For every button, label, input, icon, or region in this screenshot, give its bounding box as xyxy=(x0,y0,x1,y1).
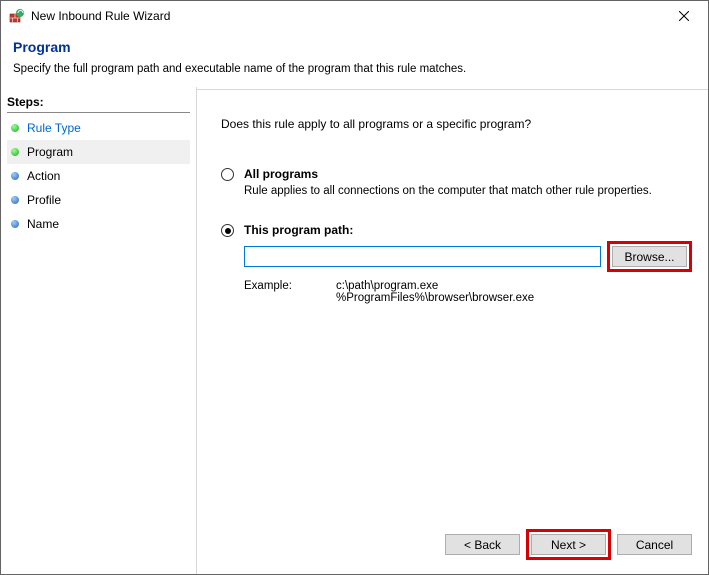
question-text: Does this rule apply to all programs or … xyxy=(221,117,692,131)
radio-all-programs[interactable] xyxy=(221,168,234,181)
page-title: Program xyxy=(13,39,696,55)
radio-program-path-row[interactable]: This program path: xyxy=(221,223,692,237)
step-item-profile[interactable]: Profile xyxy=(7,188,190,212)
titlebar: New Inbound Rule Wizard xyxy=(1,1,708,31)
step-bullet-icon xyxy=(11,196,19,204)
wizard-body: Steps: Rule Type Program Action Profile Name… xyxy=(1,87,708,574)
step-bullet-icon xyxy=(11,172,19,180)
close-icon xyxy=(679,11,689,21)
example-row: Example: c:\path\program.exe %ProgramFil… xyxy=(244,280,692,304)
browse-highlight: Browse... xyxy=(607,241,692,272)
step-label: Rule Type xyxy=(27,121,81,135)
step-bullet-icon xyxy=(11,148,19,156)
step-label: Program xyxy=(27,145,73,159)
step-label: Name xyxy=(27,217,59,231)
close-button[interactable] xyxy=(661,2,706,30)
step-item-action[interactable]: Action xyxy=(7,164,190,188)
cancel-button[interactable]: Cancel xyxy=(617,534,692,555)
wizard-header: Program Specify the full program path an… xyxy=(1,31,708,90)
radio-all-programs-label: All programs xyxy=(244,167,318,181)
step-item-rule-type[interactable]: Rule Type xyxy=(7,116,190,140)
example-label: Example: xyxy=(244,280,300,304)
button-bar: < Back Next > Cancel xyxy=(445,529,692,560)
window-title: New Inbound Rule Wizard xyxy=(31,9,661,23)
program-path-input[interactable] xyxy=(244,246,601,267)
back-button[interactable]: < Back xyxy=(445,534,520,555)
content-pane: Does this rule apply to all programs or … xyxy=(196,87,708,574)
step-label: Profile xyxy=(27,193,61,207)
firewall-icon xyxy=(9,8,25,24)
radio-all-programs-row[interactable]: All programs xyxy=(221,167,692,181)
step-item-program[interactable]: Program xyxy=(7,140,190,164)
step-bullet-icon xyxy=(11,220,19,228)
page-subtitle: Specify the full program path and execut… xyxy=(13,63,696,75)
example-lines: c:\path\program.exe %ProgramFiles%\brows… xyxy=(336,280,534,304)
step-bullet-icon xyxy=(11,124,19,132)
radio-program-path[interactable] xyxy=(221,224,234,237)
radio-program-path-label: This program path: xyxy=(244,223,353,237)
browse-button[interactable]: Browse... xyxy=(612,246,687,267)
radio-all-programs-desc: Rule applies to all connections on the c… xyxy=(244,185,692,197)
steps-pane: Steps: Rule Type Program Action Profile Name xyxy=(1,87,196,574)
step-item-name[interactable]: Name xyxy=(7,212,190,236)
steps-title: Steps: xyxy=(7,95,190,113)
step-label: Action xyxy=(27,169,60,183)
next-highlight: Next > xyxy=(526,529,611,560)
next-button[interactable]: Next > xyxy=(531,534,606,555)
